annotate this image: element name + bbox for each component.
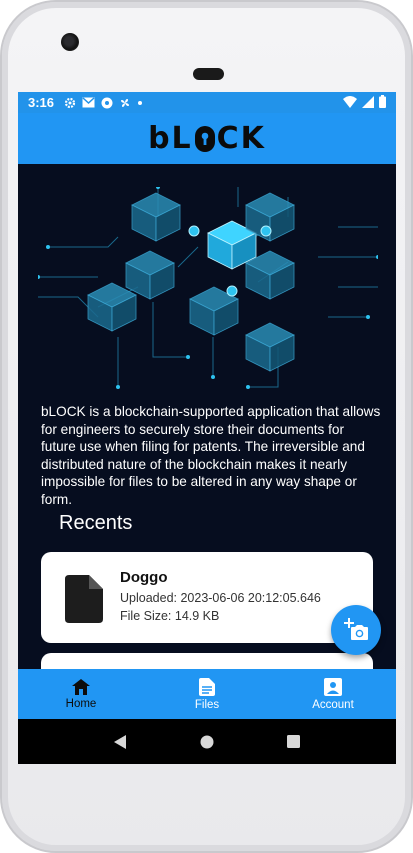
dot-icon (138, 100, 143, 105)
chrome-icon (101, 97, 113, 108)
add-photo-icon (344, 618, 368, 640)
system-navigation-bar (18, 719, 396, 764)
phone-frame: 3:16 bL CK bLOCK is a blockchain-support… (0, 0, 413, 853)
file-icon (65, 575, 103, 623)
gmail-icon (82, 97, 95, 108)
signal-icon (362, 95, 374, 108)
recents-square-icon[interactable] (286, 735, 300, 748)
file-uploaded: Uploaded: 2023-06-06 20:12:05.646 (120, 591, 321, 605)
wifi-icon (343, 95, 357, 108)
status-bar: 3:16 (18, 92, 396, 113)
notification-icons (64, 97, 143, 109)
fan-icon (121, 98, 130, 107)
gear-icon (64, 97, 76, 108)
nav-account-label: Account (312, 698, 354, 711)
logo-text-right: CK (216, 121, 266, 156)
app-logo: bL CK (148, 121, 266, 156)
app-bar: bL CK (18, 113, 396, 164)
recent-file-card[interactable]: Doggo Uploaded: 2023-06-06 20:12:05.646 … (41, 552, 373, 643)
file-name: Doggo (120, 569, 168, 586)
home-circle-icon[interactable] (200, 735, 214, 749)
lock-icon (194, 125, 215, 152)
nav-files-label: Files (194, 698, 220, 711)
nav-account[interactable]: Account (270, 669, 396, 719)
front-camera (61, 33, 79, 51)
nav-home-label: Home (65, 697, 97, 710)
app-screen: 3:16 bL CK bLOCK is a blockchain-support… (18, 92, 396, 764)
file-size: File Size: 14.9 KB (120, 609, 220, 623)
file-icon (199, 677, 215, 696)
logo-text-left: bL (148, 121, 193, 156)
nav-files[interactable]: Files (144, 669, 270, 719)
recents-heading: Recents (59, 512, 133, 534)
blockchain-illustration (38, 187, 378, 389)
nav-home[interactable]: Home (18, 669, 144, 719)
bottom-navigation: Home Files Account (18, 669, 396, 719)
home-icon (72, 678, 90, 695)
earpiece-speaker (193, 68, 224, 80)
app-description: bLOCK is a blockchain-supported applicat… (41, 404, 381, 507)
battery-icon (379, 95, 386, 108)
account-icon (324, 677, 342, 696)
cube-grid (87, 192, 295, 372)
back-icon[interactable] (114, 734, 128, 749)
add-photo-button[interactable] (331, 605, 381, 655)
system-status-icons (343, 95, 386, 108)
status-time: 3:16 (28, 95, 55, 110)
